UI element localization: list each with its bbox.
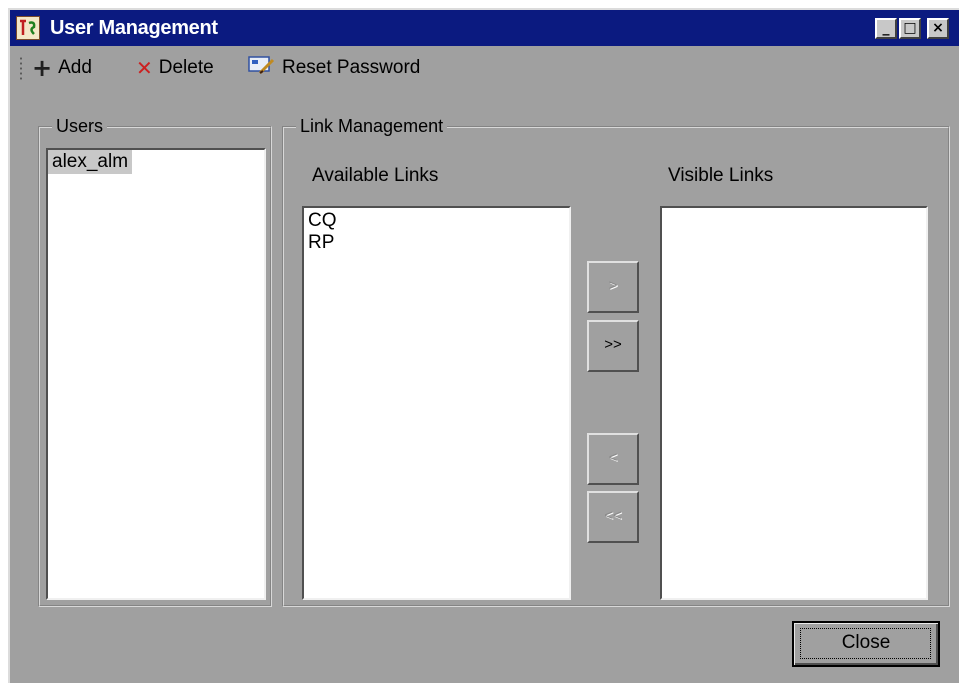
users-item-alex-alm[interactable]: alex_alm — [48, 150, 133, 174]
title-bar[interactable]: User Management _ □ × — [10, 10, 959, 46]
add-button[interactable]: + Add — [32, 56, 92, 80]
maximize-icon: □ — [903, 20, 917, 36]
available-links-list[interactable]: CQ RP — [302, 206, 571, 600]
visible-links-list[interactable] — [660, 206, 928, 600]
list-item[interactable]: alex_alm — [48, 150, 264, 174]
close-window-button[interactable]: × — [927, 18, 949, 39]
close-icon: × — [932, 20, 944, 36]
add-one-link-button[interactable]: > — [587, 261, 639, 313]
plus-icon: + — [32, 54, 53, 82]
reset-password-label: Reset Password — [282, 57, 421, 78]
app-icon — [16, 16, 40, 40]
close-button-label: Close — [841, 632, 891, 653]
link-management-legend: Link Management — [300, 116, 444, 136]
key-card-icon — [248, 54, 276, 82]
toolbar-grip[interactable] — [19, 56, 23, 80]
minimize-button[interactable]: _ — [875, 18, 897, 39]
x-icon: ✕ — [136, 56, 153, 80]
remove-one-link-button[interactable]: < — [587, 433, 639, 485]
list-item[interactable]: CQ — [304, 210, 569, 232]
reset-password-button[interactable]: Reset Password — [248, 56, 420, 80]
add-label: Add — [58, 57, 92, 78]
delete-label: Delete — [158, 57, 214, 78]
visible-links-label: Visible Links — [668, 165, 774, 186]
list-item[interactable]: RP — [304, 232, 569, 254]
toolbar: + Add ✕ Delete Reset Password — [10, 46, 959, 90]
window-title: User Management — [50, 17, 218, 39]
user-management-window: User Management _ □ × + Add ✕ Delete Res… — [8, 8, 959, 683]
maximize-button[interactable]: □ — [899, 18, 921, 39]
remove-all-links-button[interactable]: << — [587, 491, 639, 543]
add-all-links-button[interactable]: >> — [587, 320, 639, 372]
users-legend: Users — [56, 116, 104, 136]
delete-button[interactable]: ✕ Delete — [136, 56, 214, 80]
minimize-icon: _ — [882, 20, 890, 36]
available-links-label: Available Links — [312, 165, 439, 186]
close-button[interactable]: Close — [792, 621, 940, 667]
users-list[interactable]: alex_alm — [46, 148, 266, 600]
